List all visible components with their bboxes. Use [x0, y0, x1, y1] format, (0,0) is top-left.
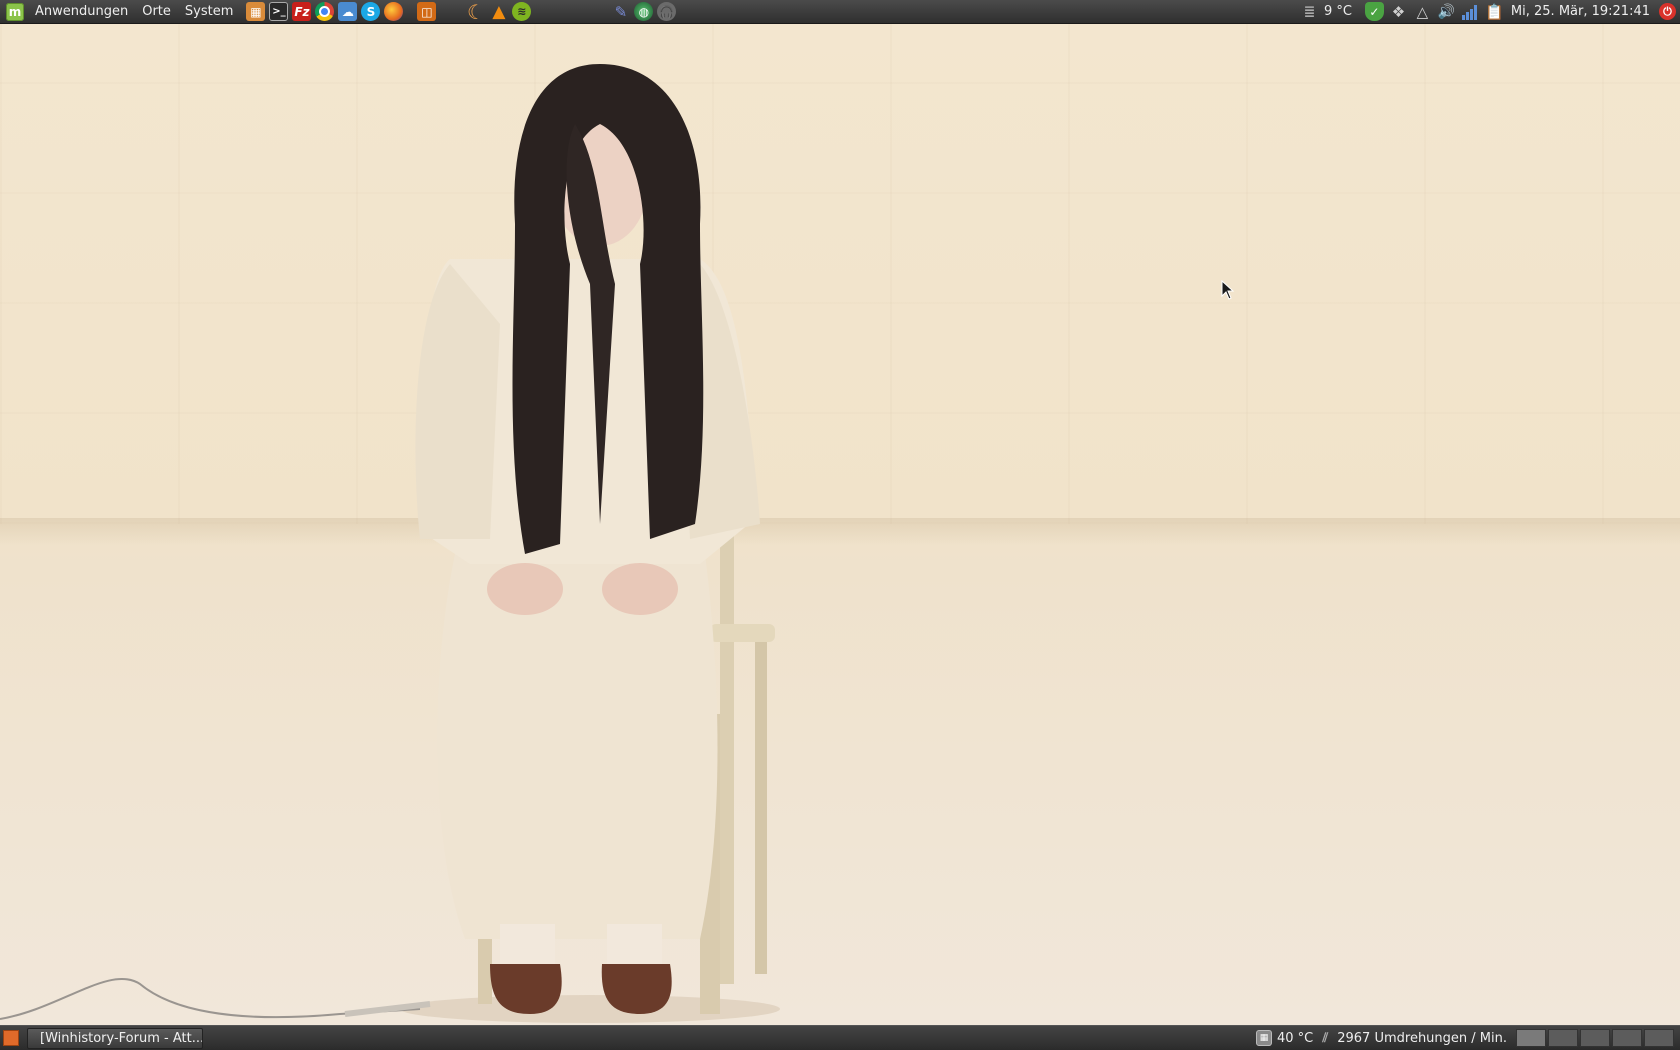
fan-speed[interactable]: 2967 Umdrehungen / Min. — [1337, 1031, 1507, 1046]
remote-desktop-icon[interactable]: ◫ — [417, 2, 437, 21]
dropbox-icon[interactable]: ❖ — [1389, 2, 1408, 21]
workspace-5[interactable] — [1644, 1029, 1674, 1047]
taskbar-window-title: [Winhistory-Forum - Att... — [40, 1030, 203, 1046]
workspace-2[interactable] — [1548, 1029, 1578, 1047]
system-tray: ≣ 9 °C ✓ ❖ △ 🔊 📋 Mi, 25. Mär, 19:21:41 ⏻ — [1300, 0, 1680, 24]
network-signal-icon[interactable] — [1461, 2, 1480, 21]
launcher-group-2: ☾ ▲ ≋ — [466, 0, 532, 24]
spotify-icon[interactable]: ≋ — [512, 2, 532, 21]
power-icon[interactable]: ⏻ — [1659, 3, 1676, 20]
banana-icon[interactable]: ☾ — [466, 0, 485, 24]
menu-system[interactable]: System — [178, 0, 240, 24]
launcher-group: ▦ >_ Fz ☁ S ◫ — [246, 0, 437, 24]
bottom-panel: [Winhistory-Forum - Att... ▦ 40 °C ⫽ 296… — [0, 1025, 1680, 1050]
pen-tool-icon[interactable]: ✎ — [611, 2, 630, 21]
show-desktop-icon[interactable] — [3, 1030, 19, 1046]
main-menu: m Anwendungen Orte System — [0, 0, 240, 24]
bottom-tray: ▦ 40 °C ⫽ 2967 Umdrehungen / Min. — [1255, 1026, 1680, 1050]
weather-icon[interactable]: ≣ — [1300, 2, 1319, 21]
menu-anwendungen[interactable]: Anwendungen — [28, 0, 135, 24]
clipboard-icon[interactable]: 📋 — [1485, 2, 1504, 21]
filezilla-icon[interactable]: Fz — [292, 2, 312, 21]
menu-orte[interactable]: Orte — [135, 0, 178, 24]
top-panel: m Anwendungen Orte System ▦ >_ Fz ☁ S ◫ … — [0, 0, 1680, 24]
fan-icon: ⫽ — [1322, 1030, 1329, 1046]
drive-icon[interactable]: △ — [1413, 2, 1432, 21]
cpu-temperature-icon: ▦ — [1255, 1030, 1272, 1046]
shield-icon[interactable]: ✓ — [1364, 2, 1384, 21]
cloud-sync-icon[interactable]: ☁ — [338, 2, 358, 21]
workspace-3[interactable] — [1580, 1029, 1610, 1047]
firefox-icon[interactable] — [384, 2, 404, 21]
chrome-icon[interactable] — [315, 2, 335, 21]
mouse-cursor-icon — [1221, 280, 1235, 300]
headphones-icon[interactable]: 🎧 — [657, 2, 677, 21]
cpu-temperature[interactable]: 40 °C — [1277, 1031, 1313, 1046]
skype-icon[interactable]: S — [361, 2, 381, 21]
desktop-wallpaper[interactable] — [0, 24, 1680, 1025]
calculator-icon[interactable]: ▦ — [246, 2, 266, 21]
weather-temperature[interactable]: 9 °C — [1324, 4, 1352, 19]
terminal-icon[interactable]: >_ — [269, 2, 289, 21]
workspace-switcher — [1516, 1029, 1674, 1047]
wallpaper-figure — [0, 64, 780, 1023]
launcher-group-3: ✎ ◍ 🎧 — [611, 0, 677, 24]
volume-icon[interactable]: 🔊 — [1437, 2, 1456, 21]
mint-logo-icon[interactable]: m — [6, 2, 24, 21]
vlc-icon[interactable]: ▲ — [489, 2, 508, 22]
workspace-4[interactable] — [1612, 1029, 1642, 1047]
globe-icon[interactable]: ◍ — [634, 2, 654, 21]
taskbar-window-button[interactable]: [Winhistory-Forum - Att... — [27, 1027, 203, 1049]
clock[interactable]: Mi, 25. Mär, 19:21:41 — [1511, 4, 1650, 19]
workspace-1[interactable] — [1516, 1029, 1546, 1047]
